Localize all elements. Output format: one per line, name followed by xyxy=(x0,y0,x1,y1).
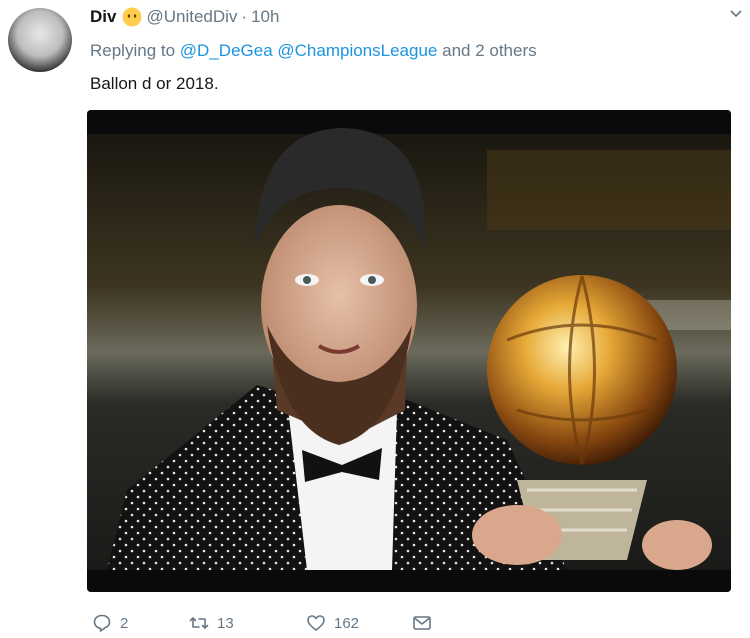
like-button[interactable]: 162 xyxy=(306,613,359,633)
tweet-media-image[interactable] xyxy=(87,110,731,592)
chevron-down-icon[interactable] xyxy=(730,8,742,20)
display-name[interactable]: Div xyxy=(90,7,116,27)
mention-link[interactable]: @ChampionsLeague xyxy=(277,41,437,60)
envelope-icon xyxy=(413,616,431,630)
tweet-time[interactable]: 10h xyxy=(251,7,279,27)
tweet-actions: 2 13 162 xyxy=(92,610,431,636)
replying-to: Replying to @D_DeGea @ChampionsLeague an… xyxy=(90,41,537,61)
replying-prefix: Replying to xyxy=(90,41,176,60)
avatar[interactable] xyxy=(8,8,72,72)
heart-icon xyxy=(307,615,325,631)
reply-button[interactable]: 2 xyxy=(92,613,128,633)
retweet-icon xyxy=(189,617,209,629)
reply-count: 2 xyxy=(120,614,129,632)
separator-dot: · xyxy=(241,7,248,26)
like-count: 162 xyxy=(334,614,360,632)
mention-link[interactable]: @D_DeGea xyxy=(180,41,273,60)
direct-message-button[interactable] xyxy=(412,613,432,633)
user-handle[interactable]: @UnitedDiv xyxy=(146,7,237,27)
tweet-text: Ballon d or 2018. xyxy=(90,74,219,93)
retweet-button[interactable]: 13 xyxy=(189,613,234,633)
tweet-header: Div @UnitedDiv · 10h xyxy=(90,5,279,29)
reply-icon xyxy=(93,614,111,632)
replying-others[interactable]: and 2 others xyxy=(442,41,537,60)
retweet-count: 13 xyxy=(217,614,234,632)
emoji-icon xyxy=(122,7,142,27)
